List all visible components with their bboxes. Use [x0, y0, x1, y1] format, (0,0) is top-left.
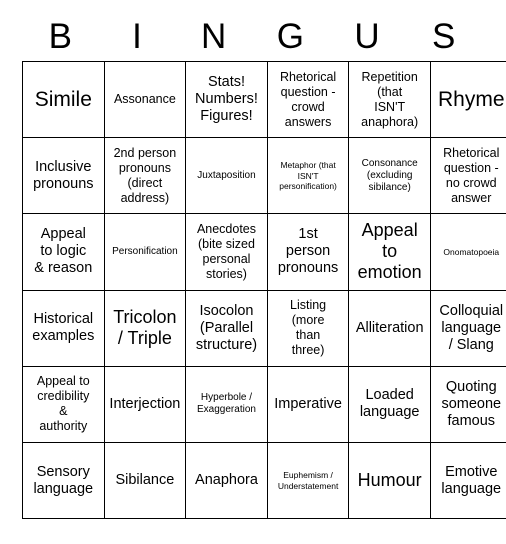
bingo-cell-label: Sibilance [115, 472, 175, 489]
bingo-cell-label: Consonance (excluding sibilance) [361, 157, 418, 193]
bingo-cell-label: Rhetorical question - crowd answers [279, 69, 337, 129]
bingo-cell[interactable]: Loaded language [348, 365, 431, 443]
bingo-cell[interactable]: Quoting someone famous [429, 365, 506, 443]
bingo-cell[interactable]: Alliteration [348, 289, 431, 367]
bingo-cell[interactable]: Appeal to emotion [348, 213, 431, 291]
bingo-cell[interactable]: Appeal to credibility & authority [22, 365, 105, 443]
bingo-row: Appeal to credibility & authority Interje… [22, 365, 506, 443]
bingo-cell-label: Rhetorical question - no crowd answer [443, 145, 500, 205]
bingo-cell[interactable]: Emotive language [429, 441, 506, 520]
bingo-cell[interactable]: Onomatopoeia [429, 213, 506, 291]
bingo-cell-label: Onomatopoeia [443, 246, 500, 257]
bingo-cell-label: Appeal to logic & reason [34, 226, 93, 277]
bingo-cell-label: Rhyme [438, 87, 505, 111]
bingo-cell-label: Listing (more than three) [290, 298, 327, 358]
bingo-cell-label: Inclusive pronouns [33, 158, 94, 192]
header-letter-u: U [354, 17, 380, 56]
bingo-cell[interactable]: Simile [22, 60, 105, 139]
bingo-cell-label: Juxtaposition [197, 169, 256, 181]
bingo-cell-label: Personification [112, 245, 178, 257]
header-letter-i: I [132, 17, 142, 56]
bingo-header-row: B I N G U S [22, 14, 482, 60]
bingo-cell[interactable]: Anaphora [185, 441, 268, 520]
bingo-cell[interactable]: Anecdotes (bite sized personal stories) [185, 213, 268, 291]
bingo-cell[interactable]: Assonance [103, 60, 187, 139]
bingo-cell-label: Appeal to emotion [357, 220, 422, 283]
bingo-cell[interactable]: Tricolon / Triple [103, 289, 187, 367]
bingo-cell-label: Humour [357, 470, 422, 491]
bingo-cell[interactable]: 1st person pronouns [266, 213, 350, 291]
bingo-cell-label: Imperative [274, 395, 342, 412]
bingo-cell[interactable]: Colloquial language / Slang [429, 289, 506, 367]
bingo-cell[interactable]: Listing (more than three) [266, 289, 350, 367]
bingo-cell-label: Tricolon / Triple [113, 307, 177, 349]
bingo-cell[interactable]: Euphemism / Understatement [266, 441, 350, 520]
bingo-row: Inclusive pronouns 2nd person pronouns (d… [22, 137, 506, 215]
bingo-row: Appeal to logic & reason Personification A… [22, 213, 506, 291]
bingo-cell-label: Quoting someone famous [441, 378, 502, 429]
bingo-cell[interactable]: Juxtaposition [185, 137, 268, 215]
bingo-cell-label: Anecdotes (bite sized personal stories) [196, 221, 257, 281]
bingo-row: Historical examples Tricolon / Triple Isoc… [22, 289, 506, 367]
bingo-cell[interactable]: Repetition (that ISN'T anaphora) [348, 60, 431, 139]
bingo-row: Simile Assonance Stats! Numbers! Figures! R… [22, 60, 506, 139]
header-letter-g: G [276, 17, 304, 56]
bingo-cell-label: Appeal to credibility & authority [36, 374, 90, 434]
bingo-card-page: B I N G U S Simile Assonance Stats! Number… [0, 0, 506, 544]
bingo-cell[interactable]: Imperative [266, 365, 350, 443]
bingo-cell[interactable]: Consonance (excluding sibilance) [348, 137, 431, 215]
header-letter-b: B [48, 17, 73, 56]
bingo-cell[interactable]: Inclusive pronouns [22, 137, 105, 215]
bingo-cell-label: Interjection [109, 395, 181, 412]
bingo-cell[interactable]: Rhetorical question - no crowd answer [429, 137, 506, 215]
bingo-cell[interactable]: Stats! Numbers! Figures! [185, 60, 268, 139]
header-letter-n: N [201, 17, 227, 56]
bingo-cell-label: Sensory language [33, 463, 94, 497]
bingo-cell[interactable]: Appeal to logic & reason [22, 213, 105, 291]
bingo-cell-label: Anaphora [195, 472, 258, 489]
bingo-cell[interactable]: Metaphor (that ISN'T personification) [266, 137, 350, 215]
bingo-cell[interactable]: Isocolon (Parallel structure) [185, 289, 268, 367]
bingo-cell-label: Historical examples [32, 311, 95, 345]
bingo-cell-label: Assonance [113, 92, 176, 107]
bingo-cell[interactable]: Rhetorical question - crowd answers [266, 60, 350, 139]
bingo-cell-label: Metaphor (that ISN'T personification) [279, 160, 337, 192]
header-letter-s: S [432, 17, 456, 56]
bingo-cell[interactable]: Sibilance [103, 441, 187, 520]
bingo-cell[interactable]: Historical examples [22, 289, 105, 367]
bingo-cell-label: Colloquial language / Slang [439, 302, 504, 353]
bingo-cell-label: Repetition (that ISN'T anaphora) [361, 69, 419, 129]
bingo-grid: Simile Assonance Stats! Numbers! Figures! R… [22, 60, 506, 520]
bingo-row: Sensory language Sibilance Anaphora Euphemi… [22, 441, 506, 520]
bingo-cell[interactable]: Hyperbole / Exaggeration [185, 365, 268, 443]
bingo-cell-label: 2nd person pronouns (direct address) [113, 145, 177, 205]
bingo-cell[interactable]: Sensory language [22, 441, 105, 520]
bingo-cell[interactable]: Personification [103, 213, 187, 291]
bingo-cell-label: Loaded language [359, 387, 420, 421]
bingo-cell[interactable]: 2nd person pronouns (direct address) [103, 137, 187, 215]
bingo-cell[interactable]: Rhyme [429, 60, 506, 139]
bingo-cell-label: Isocolon (Parallel structure) [195, 302, 258, 353]
bingo-cell-label: Emotive language [441, 463, 502, 497]
bingo-cell-label: Euphemism / Understatement [277, 470, 339, 491]
bingo-cell[interactable]: Humour [348, 441, 431, 520]
bingo-grid-body: Simile Assonance Stats! Numbers! Figures! R… [22, 60, 506, 520]
bingo-cell-label: 1st person pronouns [277, 226, 339, 277]
bingo-cell-label: Alliteration [355, 319, 424, 336]
bingo-cell-label: Hyperbole / Exaggeration [197, 392, 256, 416]
bingo-cell[interactable]: Interjection [103, 365, 187, 443]
bingo-cell-label: Stats! Numbers! Figures! [195, 74, 258, 125]
bingo-cell-label: Simile [34, 87, 92, 111]
